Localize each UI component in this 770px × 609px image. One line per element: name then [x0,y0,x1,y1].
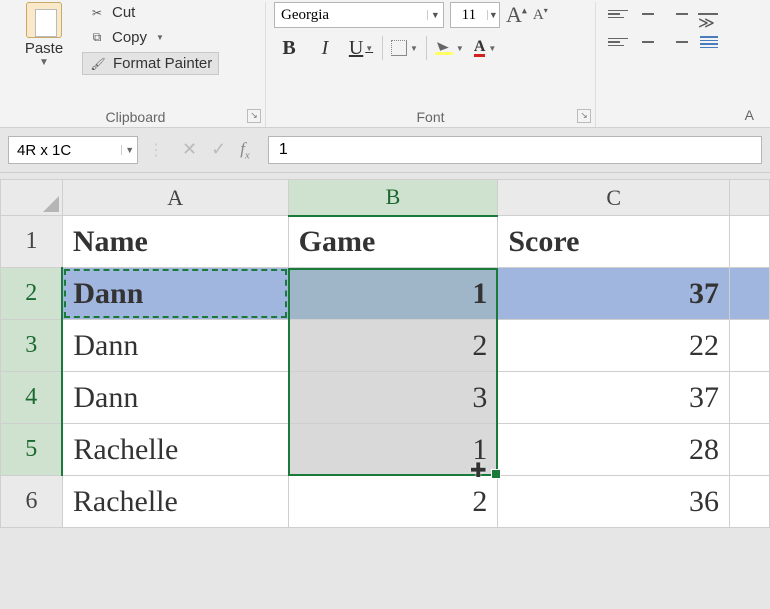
chevron-down-icon[interactable]: ▼ [14,57,74,68]
chevron-down-icon[interactable]: ▼ [365,44,373,53]
decrease-indent-button[interactable] [694,30,724,56]
cell-C1[interactable]: Score [498,216,730,268]
cell-D3[interactable] [730,320,770,372]
paste-icon [26,2,62,38]
cell-D4[interactable] [730,372,770,424]
select-all-corner[interactable] [1,180,63,216]
align-right-button[interactable] [664,30,692,54]
name-box[interactable]: ▼ [8,136,138,164]
borders-button[interactable]: ▼ [389,34,420,62]
scissors-icon: ✂ [88,6,106,20]
cell-C2[interactable]: 37 [498,268,730,320]
font-size-input[interactable] [451,5,487,26]
fill-color-button[interactable]: ▼ [433,34,466,62]
font-name-combo[interactable]: ▼ [274,2,444,28]
border-icon [391,40,407,56]
bold-button[interactable]: B [274,34,304,62]
enter-formula-button[interactable]: ✓ [211,139,226,161]
group-label-font: Font [274,105,587,127]
paint-bucket-icon [435,41,453,55]
font-name-input[interactable] [275,5,427,26]
ribbon-group-alignment: ≫ A [596,2,764,127]
format-painter-button[interactable]: 🖌 Format Painter [82,52,219,75]
ribbon-group-clipboard: Paste ▼ ✂ Cut ⧉ Copy ▼ 🖌 Format Painter [6,2,266,127]
decrease-font-size-button[interactable]: A▾ [533,6,548,24]
row-header-3[interactable]: 3 [1,320,63,372]
cell-D2[interactable] [730,268,770,320]
clipboard-dialog-launcher[interactable]: ↘ [247,109,261,123]
align-top-button[interactable] [604,2,632,26]
cell-A3[interactable]: Dann [62,320,288,372]
format-painter-label: Format Painter [113,55,212,72]
wrap-text-button[interactable]: ≫ [694,2,722,26]
row-header-1[interactable]: 1 [1,216,63,268]
cell-A5[interactable]: Rachelle [62,424,288,476]
chevron-down-icon[interactable]: ▼ [427,10,443,20]
paste-button[interactable]: Paste ▼ [14,2,74,75]
cell-B5[interactable]: 1 [288,424,498,476]
column-header-D[interactable] [730,180,770,216]
chevron-down-icon[interactable]: ▼ [410,44,418,53]
column-header-B[interactable]: B [288,180,498,216]
paste-label: Paste [14,40,74,57]
insert-function-button[interactable]: fx [240,139,250,161]
cell-A2[interactable]: Dann [62,268,288,320]
copy-icon: ⧉ [88,31,106,45]
copy-label: Copy [112,29,147,46]
row-header-4[interactable]: 4 [1,372,63,424]
font-size-combo[interactable]: ▼ [450,2,500,28]
cell-D6[interactable] [730,476,770,528]
cell-A4[interactable]: Dann [62,372,288,424]
font-dialog-launcher[interactable]: ↘ [577,109,591,123]
align-left-button[interactable] [604,30,632,54]
align-bottom-button[interactable] [664,2,692,26]
row-header-5[interactable]: 5 [1,424,63,476]
font-color-button[interactable]: A ▼ [472,34,498,62]
font-color-icon: A [474,40,486,57]
formula-bar: ▼ ⋮ ✕ ✓ fx [0,128,770,173]
align-center-button[interactable] [634,30,662,54]
cell-B3[interactable]: 2 [288,320,498,372]
column-header-A[interactable]: A [62,180,288,216]
align-middle-button[interactable] [634,2,662,26]
cell-C4[interactable]: 37 [498,372,730,424]
group-label-alignment: A [604,107,756,127]
spreadsheet-grid: A B C 1 Name Game Score 2 Dann 1 [0,173,770,533]
cell-C5[interactable]: 28 [498,424,730,476]
chevron-down-icon[interactable]: ▼ [488,44,496,53]
chevron-down-icon[interactable]: ▼ [121,145,137,155]
cut-button[interactable]: ✂ Cut [82,2,219,23]
cut-label: Cut [112,4,135,21]
cell-B4[interactable]: 3 [288,372,498,424]
cancel-formula-button[interactable]: ✕ [182,139,197,161]
italic-button[interactable]: I [310,34,340,62]
copy-button[interactable]: ⧉ Copy ▼ [82,27,219,48]
sheet-table[interactable]: A B C 1 Name Game Score 2 Dann 1 [0,179,770,528]
paintbrush-icon: 🖌 [89,57,107,71]
chevron-down-icon[interactable]: ▼ [456,44,464,53]
cell-B6[interactable]: 2 [288,476,498,528]
group-label-clipboard: Clipboard [14,105,257,127]
indent-icon [700,36,718,50]
column-header-C[interactable]: C [498,180,730,216]
cell-D1[interactable] [730,216,770,268]
cell-D5[interactable] [730,424,770,476]
name-box-input[interactable] [9,140,121,161]
cell-C6[interactable]: 36 [498,476,730,528]
chevron-down-icon[interactable]: ▼ [156,33,164,42]
chevron-down-icon[interactable]: ▼ [487,10,499,20]
cell-B1[interactable]: Game [288,216,498,268]
increase-font-size-button[interactable]: A▴ [506,2,527,28]
cell-B2[interactable]: 1 [288,268,498,320]
ribbon-group-font: ▼ ▼ A▴ A▾ B I U▼ ▼ ▼ A [266,2,596,127]
cell-A6[interactable]: Rachelle [62,476,288,528]
formula-input[interactable] [268,136,762,164]
wrap-text-icon: ≫ [698,13,718,15]
cell-C3[interactable]: 22 [498,320,730,372]
row-header-6[interactable]: 6 [1,476,63,528]
row-header-2[interactable]: 2 [1,268,63,320]
underline-button[interactable]: U▼ [346,34,376,62]
cell-A1[interactable]: Name [62,216,288,268]
ribbon: Paste ▼ ✂ Cut ⧉ Copy ▼ 🖌 Format Painter [0,0,770,128]
